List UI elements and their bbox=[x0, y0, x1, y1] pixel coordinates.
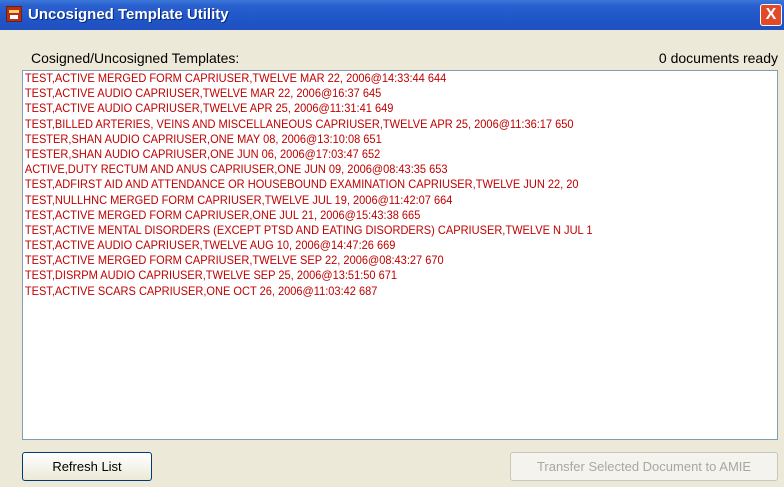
window-title: Uncosigned Template Utility bbox=[28, 6, 229, 23]
list-item[interactable]: TEST,BILLED ARTERIES, VEINS AND MISCELLA… bbox=[23, 117, 717, 132]
list-item[interactable]: TEST,ACTIVE AUDIO CAPRIUSER,TWELVE AUG 1… bbox=[23, 238, 717, 253]
list-item[interactable]: TEST,ACTIVE MERGED FORM CAPRIUSER,TWELVE… bbox=[23, 253, 717, 268]
ready-status: 0 documents ready bbox=[658, 50, 778, 66]
templates-list[interactable]: TEST,ACTIVE MERGED FORM CAPRIUSER,TWELVE… bbox=[22, 70, 778, 440]
list-item[interactable]: TESTER,SHAN AUDIO CAPRIUSER,ONE MAY 08, … bbox=[23, 132, 717, 147]
template-utility-icon bbox=[6, 6, 22, 22]
list-item[interactable]: TEST,ACTIVE MERGED FORM CAPRIUSER,ONE JU… bbox=[23, 208, 717, 223]
list-item[interactable]: TEST,ACTIVE MENTAL DISORDERS (EXCEPT PTS… bbox=[23, 223, 717, 238]
title-bar[interactable]: Uncosigned Template Utility X bbox=[0, 0, 784, 30]
list-item[interactable]: TEST,ACTIVE AUDIO CAPRIUSER,TWELVE MAR 2… bbox=[23, 86, 717, 101]
list-label: Cosigned/Uncosigned Templates: bbox=[31, 50, 240, 66]
list-item[interactable]: TEST,ACTIVE MERGED FORM CAPRIUSER,TWELVE… bbox=[23, 71, 717, 86]
list-item[interactable]: ACTIVE,DUTY RECTUM AND ANUS CAPRIUSER,ON… bbox=[23, 162, 717, 177]
close-icon: X bbox=[765, 6, 777, 23]
list-item[interactable]: TEST,DISRPM AUDIO CAPRIUSER,TWELVE SEP 2… bbox=[23, 268, 717, 283]
close-button[interactable]: X bbox=[760, 4, 782, 26]
list-item[interactable]: TEST,NULLHNC MERGED FORM CAPRIUSER,TWELV… bbox=[23, 193, 717, 208]
list-item[interactable]: TEST,ADFIRST AID AND ATTENDANCE OR HOUSE… bbox=[23, 177, 717, 192]
list-item[interactable]: TESTER,SHAN AUDIO CAPRIUSER,ONE JUN 06, … bbox=[23, 147, 717, 162]
refresh-list-button[interactable]: Refresh List bbox=[22, 452, 152, 481]
list-item[interactable]: TEST,ACTIVE AUDIO CAPRIUSER,TWELVE APR 2… bbox=[23, 101, 717, 116]
transfer-to-amie-button[interactable]: Transfer Selected Document to AMIE bbox=[510, 452, 778, 481]
list-item[interactable]: TEST,ACTIVE SCARS CAPRIUSER,ONE OCT 26, … bbox=[23, 284, 717, 299]
